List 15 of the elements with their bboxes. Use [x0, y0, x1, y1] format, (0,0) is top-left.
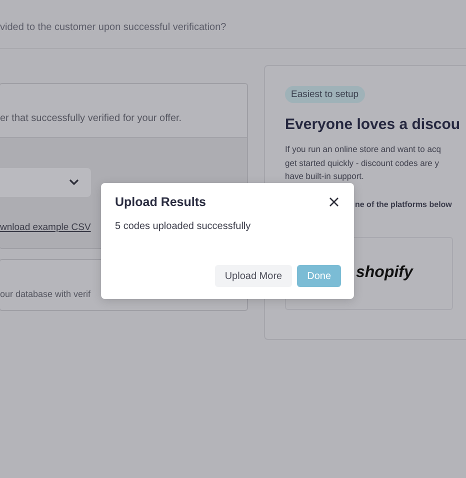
- select-field[interactable]: [0, 168, 91, 197]
- card-paragraph: If you run an online store and want to acq get started quickly - discount codes are y have built-in support.: [285, 143, 441, 183]
- dialog-title: Upload Results: [115, 195, 206, 209]
- setup-tag: Easiest to setup: [285, 86, 365, 103]
- dialog-message: 5 codes uploaded successfully: [115, 221, 252, 232]
- chevron-down-icon: [69, 179, 79, 186]
- card-title: Everyone loves a discou: [285, 115, 460, 135]
- card-description: er that successfully verified for your offer.: [0, 112, 183, 126]
- card-description: our database with verif: [0, 288, 91, 301]
- close-icon: [329, 197, 339, 207]
- platform-logo: shopify: [356, 264, 413, 282]
- close-button[interactable]: [327, 195, 341, 209]
- platforms-prompt: ne of the platforms below: [355, 200, 452, 208]
- question-text: vided to the customer upon successful verification?: [0, 22, 226, 32]
- upload-more-button[interactable]: Upload More: [214, 265, 292, 287]
